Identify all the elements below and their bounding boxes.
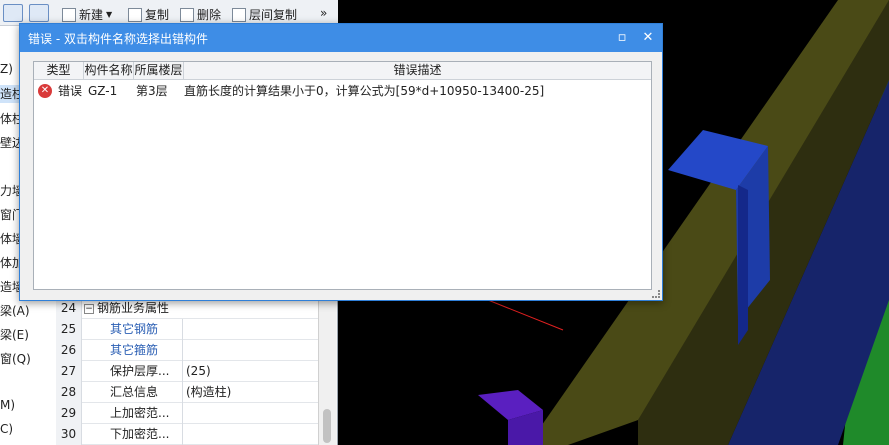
new-label: 新建 (79, 8, 104, 22)
row-number: 28 (56, 382, 82, 403)
copy-button[interactable]: 复制 (128, 6, 169, 23)
column-header-desc[interactable]: 错误描述 (184, 62, 651, 80)
table-row[interactable]: 29 上加密范... (56, 403, 318, 424)
table-row[interactable]: 27 保护层厚... (25) (56, 361, 318, 382)
scrollbar-thumb[interactable] (323, 409, 331, 443)
resize-grip-icon[interactable] (652, 290, 660, 298)
axis-line (487, 299, 564, 331)
delete-button[interactable]: 删除 (180, 6, 221, 23)
dialog-title: 错误 - 双击构件名称选择出错构件 (28, 32, 208, 46)
property-name: 其它箍筋 (110, 343, 159, 357)
delete-label: 删除 (197, 8, 222, 22)
floor-copy-button[interactable]: 层间复制 (232, 6, 297, 23)
copy-icon (128, 7, 142, 22)
cell-component-name[interactable]: GZ-1 (88, 81, 117, 101)
cell-floor: 第3层 (136, 84, 168, 98)
column-side (738, 185, 748, 345)
column-header-name[interactable]: 构件名称 (84, 62, 134, 80)
table-row[interactable]: 24 − 钢筋业务属性 (56, 298, 318, 319)
property-value[interactable] (182, 340, 318, 361)
tree-item[interactable]: 梁(E) (0, 326, 56, 344)
chevron-down-icon: ▼ (106, 10, 113, 19)
floor-copy-icon (232, 7, 246, 22)
property-value[interactable] (182, 424, 318, 445)
column-header-type[interactable]: 类型 (34, 62, 84, 80)
property-name: 保护层厚... (110, 364, 170, 378)
property-name: 上加密范... (110, 406, 170, 420)
new-button[interactable]: 新建 ▼ (62, 6, 112, 23)
property-value[interactable]: (构造柱) (182, 382, 318, 403)
row-number: 25 (56, 319, 82, 340)
overflow-icon: » (320, 6, 328, 20)
tree-item[interactable]: C) (0, 422, 56, 440)
toolbar-overflow-button[interactable]: » (320, 6, 327, 20)
error-grid: 类型 构件名称 所属楼层 错误描述 ✕ 错误 GZ-1 第3层 直筋长度的计算结… (33, 61, 652, 290)
property-name: 下加密范... (110, 427, 170, 441)
vertical-scrollbar[interactable] (318, 297, 336, 445)
error-dialog: 错误 - 双击构件名称选择出错构件 ▫ ✕ 类型 构件名称 所属楼层 错误描述 … (19, 23, 663, 301)
property-group-name[interactable]: − 钢筋业务属性 (84, 298, 318, 319)
property-value[interactable] (182, 319, 318, 340)
grid-header: 类型 构件名称 所属楼层 错误描述 (34, 62, 651, 80)
column-header-floor[interactable]: 所属楼层 (134, 62, 184, 80)
tree-item[interactable]: 窗(Q) (0, 350, 56, 368)
table-row[interactable]: 28 汇总信息 (构造柱) (56, 382, 318, 403)
delete-icon (180, 7, 194, 22)
cell-type: 错误 (58, 84, 83, 98)
cell-description: 直筋长度的计算结果小于0，计算公式为[59*d+10950-13400-25] (184, 84, 545, 98)
list-view-icon[interactable] (3, 4, 23, 22)
copy-label: 复制 (145, 8, 170, 22)
row-number: 24 (56, 298, 82, 319)
row-number: 30 (56, 424, 82, 445)
row-number: 27 (56, 361, 82, 382)
property-value[interactable]: (25) (182, 361, 318, 382)
row-number: 26 (56, 340, 82, 361)
group-label: 钢筋业务属性 (97, 301, 170, 315)
collapse-icon[interactable]: − (84, 303, 94, 314)
tree-item[interactable]: M) (0, 398, 56, 416)
property-table: 24 − 钢筋业务属性 25 其它钢筋 26 其它箍筋 27 保护层厚... (2… (56, 297, 318, 445)
table-row[interactable]: 25 其它钢筋 (56, 319, 318, 340)
dialog-title-bar[interactable]: 错误 - 双击构件名称选择出错构件 ▫ ✕ (20, 24, 662, 52)
table-row[interactable]: 26 其它箍筋 (56, 340, 318, 361)
row-number: 29 (56, 403, 82, 424)
table-row[interactable]: ✕ 错误 GZ-1 第3层 直筋长度的计算结果小于0，计算公式为[59*d+10… (34, 81, 651, 101)
close-button[interactable]: ✕ (638, 28, 658, 48)
property-name: 汇总信息 (110, 385, 159, 399)
maximize-button[interactable]: ▫ (612, 28, 632, 48)
property-name: 其它钢筋 (110, 322, 159, 336)
grid-view-icon[interactable] (29, 4, 49, 22)
new-icon (62, 7, 76, 22)
error-icon: ✕ (38, 84, 52, 98)
table-row[interactable]: 30 下加密范... (56, 424, 318, 445)
tree-item[interactable]: 梁(A) (0, 302, 56, 320)
property-value[interactable] (182, 403, 318, 424)
floor-copy-label: 层间复制 (249, 8, 298, 22)
